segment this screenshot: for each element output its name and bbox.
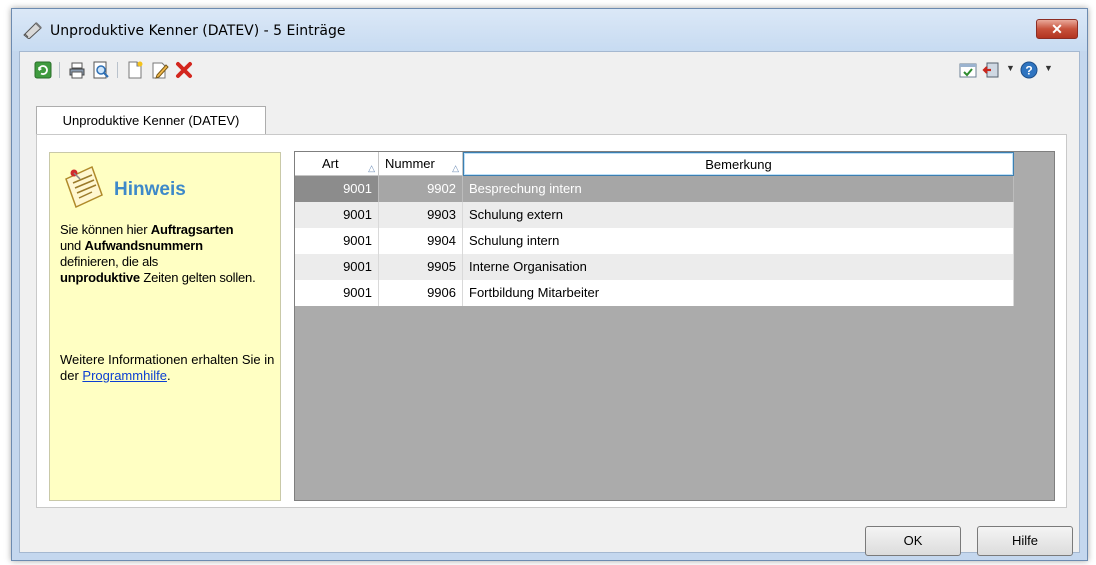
cell-nummer[interactable]: 9906 (379, 280, 463, 306)
table-row[interactable]: 9001 9902 Besprechung intern (295, 176, 1014, 202)
column-header-label: Nummer (385, 156, 435, 171)
table-row[interactable]: 9001 9906 Fortbildung Mitarbeiter (295, 280, 1014, 306)
pencil-ruler-icon (23, 22, 42, 39)
column-header-nummer[interactable]: Nummer △ (379, 152, 463, 176)
cell-nummer[interactable]: 9903 (379, 202, 463, 228)
cell-art[interactable]: 9001 (295, 228, 379, 254)
checklist-icon[interactable] (959, 61, 977, 79)
hint-title: Hinweis (114, 179, 186, 200)
toolbar: ▼ ? ▼ (20, 52, 1079, 88)
dialog-client: ▼ ? ▼ Unproduktive Kenner (DATEV) Hinwei… (19, 51, 1080, 556)
help-dropdown-chevron-icon[interactable]: ▼ (1044, 63, 1053, 73)
hint-description: Sie können hier Auftragsarten und Aufwand… (60, 222, 256, 285)
cell-nummer[interactable]: 9905 (379, 254, 463, 280)
window-title: Unproduktive Kenner (DATEV) - 5 Einträge (50, 23, 346, 39)
edit-icon[interactable] (151, 61, 169, 79)
note-icon (65, 165, 103, 209)
table-row[interactable]: 9001 9903 Schulung extern (295, 202, 1014, 228)
cell-bemerkung[interactable]: Interne Organisation (463, 254, 1014, 280)
cell-bemerkung[interactable]: Fortbildung Mitarbeiter (463, 280, 1014, 306)
delete-icon[interactable] (175, 61, 193, 79)
cell-bemerkung[interactable]: Besprechung intern (463, 176, 1014, 202)
exit-dropdown-chevron-icon[interactable]: ▼ (1006, 63, 1015, 73)
svg-text:?: ? (1025, 64, 1032, 78)
cell-nummer[interactable]: 9904 (379, 228, 463, 254)
data-grid[interactable]: Art △ Nummer △ Bemerkung 9001 9902 Besprec… (294, 151, 1055, 501)
toolbar-separator (117, 62, 118, 78)
close-button[interactable]: ✕ (1036, 19, 1078, 39)
column-header-bemerkung[interactable]: Bemerkung (463, 152, 1014, 176)
help-link[interactable]: Programmhilfe (82, 368, 167, 383)
hint-panel: Hinweis Sie können hier Auftragsarten und… (49, 152, 281, 501)
refresh-icon[interactable] (34, 61, 52, 79)
cell-art[interactable]: 9001 (295, 280, 379, 306)
column-header-art[interactable]: Art △ (295, 152, 379, 176)
title-bar[interactable]: Unproduktive Kenner (DATEV) - 5 Einträge… (12, 9, 1087, 51)
table-row[interactable]: 9001 9905 Interne Organisation (295, 254, 1014, 280)
cell-nummer[interactable]: 9902 (379, 176, 463, 202)
column-header-label: Bemerkung (705, 157, 772, 172)
cell-art[interactable]: 9001 (295, 254, 379, 280)
ok-button[interactable]: OK (865, 526, 961, 556)
cell-bemerkung[interactable]: Schulung intern (463, 228, 1014, 254)
help-icon[interactable]: ? (1020, 61, 1038, 79)
help-button[interactable]: Hilfe (977, 526, 1073, 556)
hint-more-info: Weitere Informationen erhalten Sie in de… (60, 352, 275, 383)
tab-unproduktive-kenner[interactable]: Unproduktive Kenner (DATEV) (36, 106, 266, 135)
cell-art[interactable]: 9001 (295, 202, 379, 228)
toolbar-separator (59, 62, 60, 78)
column-header-label: Art (322, 156, 339, 171)
print-preview-icon[interactable] (92, 61, 110, 79)
exit-icon[interactable] (982, 61, 1000, 79)
new-document-icon[interactable] (126, 61, 144, 79)
tab-panel: Hinweis Sie können hier Auftragsarten und… (36, 134, 1067, 508)
cell-art[interactable]: 9001 (295, 176, 379, 202)
cell-bemerkung[interactable]: Schulung extern (463, 202, 1014, 228)
dialog-window: Unproduktive Kenner (DATEV) - 5 Einträge… (11, 8, 1088, 561)
table-row[interactable]: 9001 9904 Schulung intern (295, 228, 1014, 254)
print-icon[interactable] (68, 61, 86, 79)
